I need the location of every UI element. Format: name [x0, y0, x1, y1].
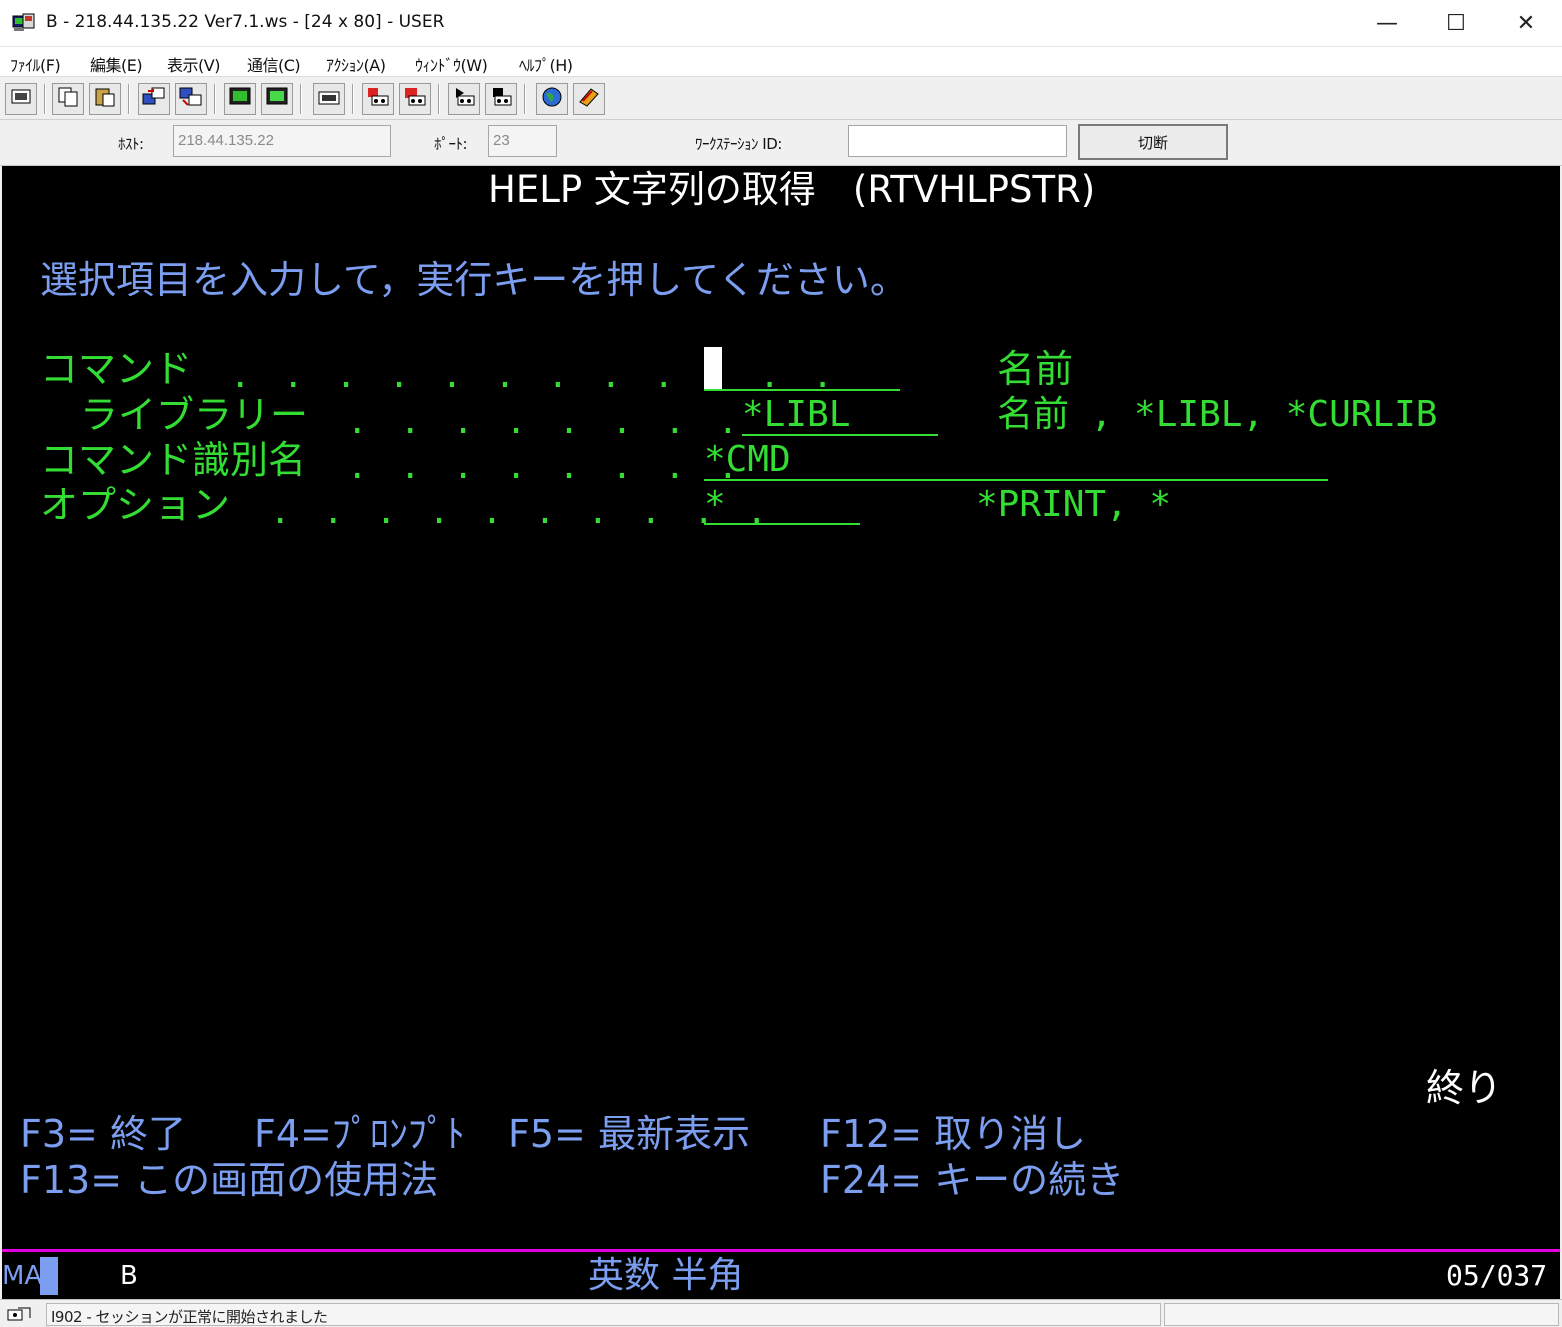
- fkey-f5[interactable]: F5= 最新表示: [508, 1112, 750, 1156]
- status-pane: [1164, 1303, 1559, 1326]
- pause-macro-icon: [489, 86, 513, 112]
- print-screen-button[interactable]: [5, 83, 37, 115]
- connection-bar: ﾎｽﾄ: 218.44.135.22 ﾎﾟｰﾄ: 23 ﾜｰｸｽﾃｰｼｮﾝ ID…: [0, 120, 1562, 166]
- oia-mode: MA: [2, 1261, 43, 1291]
- menu-action[interactable]: ｱｸｼｮﾝ(A): [326, 52, 386, 76]
- field-hint-option: *PRINT, *: [976, 484, 1172, 525]
- close-icon: ✕: [1516, 11, 1536, 36]
- menu-file[interactable]: ﾌｧｲﾙ(F): [10, 52, 61, 76]
- session-status-icon: [6, 1304, 34, 1327]
- more-indicator: 終り: [1426, 1066, 1503, 1110]
- field-underline-command-id[interactable]: [704, 479, 1328, 481]
- field-underline-library[interactable]: [742, 434, 938, 436]
- oia-session: B: [120, 1261, 138, 1291]
- port-label: ﾎﾟｰﾄ:: [434, 135, 468, 153]
- toolbar: [0, 78, 1562, 120]
- fkey-f3[interactable]: F3= 終了: [20, 1112, 186, 1156]
- toolbar-separator: [214, 84, 216, 114]
- record-macro-button[interactable]: [362, 83, 394, 115]
- keyboard-map-icon: [265, 86, 289, 112]
- field-value-library[interactable]: *LIBL: [742, 393, 850, 437]
- stop-macro-icon: [403, 86, 427, 112]
- help-book-button[interactable]: [573, 83, 605, 115]
- web-button[interactable]: [536, 83, 568, 115]
- host-field[interactable]: 218.44.135.22: [173, 125, 391, 157]
- fkey-f24[interactable]: F24= キーの続き: [820, 1158, 1124, 1202]
- paste-icon: [94, 86, 116, 112]
- display-setup-button[interactable]: [224, 83, 256, 115]
- menu-communication[interactable]: 通信(C): [247, 52, 301, 76]
- field-dots-library: . . . . . . . .: [347, 402, 745, 442]
- oia-cursor-block: [40, 1257, 58, 1295]
- toolbar-separator: [300, 84, 302, 114]
- terminal-screen[interactable]: HELP 文字列の取得 (RTVHLPSTR) 選択項目を入力して，実行キーを押…: [2, 166, 1560, 1249]
- oia-input-mode: 英数 半角: [588, 1255, 744, 1296]
- operator-info-area: MA B 英数 半角 05/037: [2, 1249, 1560, 1299]
- screen-instruction: 選択項目を入力して，実行キーを押してください。: [40, 258, 908, 302]
- toolbar-separator: [438, 84, 440, 114]
- field-label-command: コマンド: [40, 347, 193, 391]
- macro-button[interactable]: [313, 83, 345, 115]
- menu-help[interactable]: ﾍﾙﾌﾟ(H): [519, 52, 573, 76]
- display-setup-icon: [228, 86, 252, 112]
- field-hint-command: 名前: [997, 347, 1074, 391]
- field-underline-option[interactable]: [704, 523, 860, 525]
- field-label-library: ライブラリー: [80, 393, 309, 437]
- play-macro-button[interactable]: [448, 83, 480, 115]
- title-bar: B - 218.44.135.22 Ver7.1.ws - [24 x 80] …: [0, 0, 1562, 47]
- send-file-icon: [142, 86, 166, 112]
- field-label-command-id: コマンド識別名: [40, 438, 307, 482]
- fkey-f13[interactable]: F13= この画面の使用法: [20, 1158, 438, 1202]
- status-message: I902 - セッションが正常に開始されました: [46, 1303, 1161, 1326]
- maximize-button[interactable]: ☐: [1421, 0, 1491, 47]
- stop-macro-button[interactable]: [399, 83, 431, 115]
- menu-bar: ﾌｧｲﾙ(F) 編集(E) 表示(V) 通信(C) ｱｸｼｮﾝ(A) ｳｨﾝﾄﾞ…: [0, 47, 1562, 77]
- keyboard-map-button[interactable]: [261, 83, 293, 115]
- host-label: ﾎｽﾄ:: [118, 135, 144, 153]
- field-dots-command-id: . . . . . . . .: [347, 447, 745, 487]
- port-field[interactable]: 23: [488, 125, 557, 157]
- menu-window[interactable]: ｳｨﾝﾄﾞｳ(W): [415, 52, 488, 76]
- field-underline-command[interactable]: [704, 389, 900, 391]
- screen-title: HELP 文字列の取得 (RTVHLPSTR): [488, 168, 1096, 211]
- workstation-id-field[interactable]: [848, 125, 1067, 157]
- print-screen-icon: [10, 87, 32, 111]
- field-value-command-id[interactable]: *CMD: [704, 438, 791, 482]
- field-hint-library: 名前 , *LIBL, *CURLIB: [997, 394, 1438, 435]
- fkey-f4[interactable]: F4=ﾌﾟﾛﾝﾌﾟﾄ: [254, 1112, 465, 1156]
- minimize-icon: —: [1376, 11, 1398, 36]
- menu-view[interactable]: 表示(V): [167, 52, 220, 76]
- copy-button[interactable]: [52, 83, 84, 115]
- copy-icon: [57, 86, 79, 112]
- record-macro-icon: [366, 86, 390, 112]
- oia-cursor-position: 05/037: [1446, 1259, 1548, 1292]
- maximize-icon: ☐: [1446, 11, 1466, 36]
- receive-file-button[interactable]: [175, 83, 207, 115]
- pause-macro-button[interactable]: [485, 83, 517, 115]
- toolbar-separator: [44, 84, 46, 114]
- help-book-icon: [577, 86, 601, 112]
- workstation-id-label: ﾜｰｸｽﾃｰｼｮﾝ ID:: [695, 135, 782, 153]
- web-icon: [540, 86, 564, 112]
- text-cursor: [704, 347, 722, 389]
- field-dots-option: . . . . . . . . . .: [270, 492, 773, 532]
- field-value-option[interactable]: *: [704, 483, 726, 527]
- play-macro-icon: [452, 86, 476, 112]
- window-title: B - 218.44.135.22 Ver7.1.ws - [24 x 80] …: [46, 12, 445, 32]
- toolbar-separator: [524, 84, 526, 114]
- minimize-button[interactable]: —: [1352, 0, 1422, 47]
- field-label-option: オプション: [40, 483, 231, 527]
- disconnect-button[interactable]: 切断: [1078, 124, 1228, 160]
- receive-file-icon: [179, 86, 203, 112]
- fkey-f12[interactable]: F12= 取り消し: [820, 1112, 1086, 1156]
- macro-icon: [317, 86, 341, 112]
- toolbar-separator: [352, 84, 354, 114]
- toolbar-separator: [128, 84, 130, 114]
- send-file-button[interactable]: [138, 83, 170, 115]
- status-bar: I902 - セッションが正常に開始されました: [0, 1299, 1562, 1327]
- close-button[interactable]: ✕: [1491, 0, 1561, 47]
- menu-edit[interactable]: 編集(E): [90, 52, 143, 76]
- paste-button[interactable]: [89, 83, 121, 115]
- app-icon: [12, 13, 36, 33]
